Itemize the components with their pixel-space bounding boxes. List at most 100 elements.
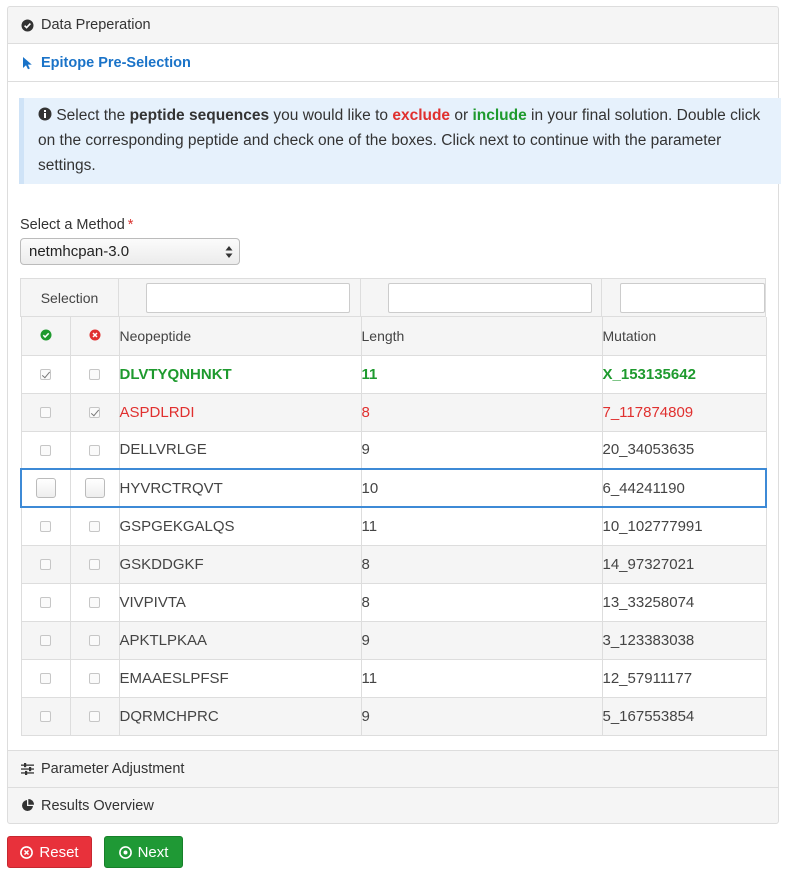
length-cell: 8 [360, 582, 603, 622]
include-checkbox[interactable] [40, 369, 51, 381]
exclude-checkbox[interactable] [89, 444, 100, 456]
exclude-cell [69, 620, 120, 660]
method-select[interactable]: netmhcpan-3.0 [20, 238, 240, 265]
panel-title: Data Preperation [41, 17, 151, 33]
filter-cell [118, 278, 361, 317]
include-checkbox[interactable] [40, 711, 51, 723]
include-checkbox[interactable] [40, 673, 51, 685]
peptide-cell: HYVRCTRQVT [118, 468, 362, 508]
filter-cell [360, 278, 602, 317]
length-cell: 11 [360, 658, 603, 698]
peptide-cell: DLVTYQNHNKT [118, 354, 362, 394]
include-cell [20, 658, 71, 698]
include-cell [20, 468, 71, 508]
reset-button[interactable]: Reset [7, 836, 92, 868]
length-cell: 11 [360, 506, 603, 546]
mutation-cell: 3_123383038 [601, 620, 767, 660]
include-checkbox[interactable] [40, 521, 51, 533]
select-arrows-icon [225, 244, 233, 260]
table-row[interactable]: APKTLPKAA 9 3_123383038 [20, 620, 767, 660]
pie-chart-icon [20, 799, 34, 813]
mutation-cell: X_153135642 [601, 354, 767, 394]
include-checkbox[interactable] [40, 444, 51, 456]
exclude-checkbox[interactable] [89, 521, 100, 533]
peptide-cell: GSKDDGKF [118, 544, 362, 584]
panel-title: Epitope Pre-Selection [41, 54, 191, 71]
include-header[interactable] [20, 317, 71, 356]
info-icon [38, 107, 56, 124]
table-row[interactable]: GSPGEKGALQS 11 10_102777991 [20, 506, 767, 546]
peptide-cell: DELLVRLGE [118, 430, 362, 470]
column-header-mutation[interactable]: Mutation [601, 317, 767, 356]
include-checkbox[interactable] [40, 559, 51, 571]
include-cell [20, 392, 71, 432]
exclude-checkbox[interactable] [89, 559, 100, 571]
peptide-cell: EMAAESLPFSF [118, 658, 362, 698]
table-row[interactable]: ASPDLRDI 8 7_117874809 [20, 392, 767, 432]
exclude-checkbox[interactable] [89, 673, 100, 685]
exclude-checkbox[interactable] [89, 711, 100, 723]
mutation-cell: 6_44241190 [601, 468, 767, 508]
exclude-cell [69, 468, 120, 508]
mutation-cell: 14_97327021 [601, 544, 767, 584]
exclude-checkbox[interactable] [89, 369, 100, 381]
header-row: Neopeptide Length Mutation [20, 317, 767, 356]
method-selected-value: netmhcpan-3.0 [29, 243, 130, 260]
length-cell: 10 [360, 468, 603, 508]
epitope-preselection-body: Select the peptide sequences you would l… [7, 81, 781, 750]
panel-results-overview[interactable]: Results Overview [7, 787, 779, 824]
include-checkbox[interactable] [40, 635, 51, 647]
include-checkbox[interactable] [35, 478, 56, 498]
arrow-circle-right-icon [118, 845, 132, 859]
length-cell: 9 [360, 620, 603, 660]
mutation-cell: 20_34053635 [601, 430, 767, 470]
table-row[interactable]: EMAAESLPFSF 11 12_57911177 [20, 658, 767, 698]
table-row-selected[interactable]: HYVRCTRQVT 10 6_44241190 [20, 468, 767, 508]
info-text: Select the [56, 107, 130, 124]
exclude-cell [69, 658, 120, 698]
mutation-cell: 7_117874809 [601, 392, 767, 432]
include-cell [20, 506, 71, 546]
table-row[interactable]: DQRMCHPRC 9 5_167553854 [20, 696, 767, 736]
exclude-cell [69, 354, 120, 394]
peptide-cell: GSPGEKGALQS [118, 506, 362, 546]
panel-title: Parameter Adjustment [41, 761, 185, 777]
info-text: you would like to [269, 107, 393, 124]
info-text: or [450, 107, 473, 124]
include-cell [20, 430, 71, 470]
include-checkbox[interactable] [40, 597, 51, 609]
info-box: Select the peptide sequences you would l… [19, 98, 781, 184]
panel-parameter-adjustment[interactable]: Parameter Adjustment [7, 750, 779, 787]
exclude-checkbox[interactable] [89, 407, 100, 419]
times-circle-icon [20, 845, 34, 859]
column-header-neopeptide[interactable]: Neopeptide [118, 317, 362, 356]
column-header-length[interactable]: Length [360, 317, 603, 356]
check-circle-icon [20, 18, 34, 32]
mutation-filter-input[interactable] [619, 282, 765, 313]
mutation-cell: 5_167553854 [601, 696, 767, 736]
panel-title: Results Overview [41, 797, 154, 814]
exclude-checkbox[interactable] [89, 597, 100, 609]
exclude-header[interactable] [69, 317, 120, 356]
exclude-cell [69, 582, 120, 622]
exclude-checkbox[interactable] [89, 635, 100, 647]
table-row[interactable]: DLVTYQNHNKT 11 X_153135642 [20, 354, 767, 394]
filter-cell [601, 278, 766, 317]
length-filter-input[interactable] [387, 282, 592, 313]
table-row[interactable]: GSKDDGKF 8 14_97327021 [20, 544, 767, 584]
length-cell: 9 [360, 696, 603, 736]
neopeptide-filter-input[interactable] [146, 282, 350, 313]
include-cell [20, 354, 71, 394]
panel-epitope-preselection[interactable]: Epitope Pre-Selection [7, 43, 779, 81]
exclude-checkbox[interactable] [84, 478, 105, 498]
table-row[interactable]: DELLVRLGE 9 20_34053635 [20, 430, 767, 470]
next-button[interactable]: Next [104, 836, 183, 868]
length-cell: 8 [360, 544, 603, 584]
include-checkbox[interactable] [40, 407, 51, 419]
panel-data-preparation[interactable]: Data Preperation [7, 6, 779, 43]
mutation-cell: 13_33258074 [601, 582, 767, 622]
info-include-word: include [472, 107, 527, 124]
exclude-cell [69, 430, 120, 470]
mutation-cell: 10_102777991 [601, 506, 767, 546]
table-row[interactable]: VIVPIVTA 8 13_33258074 [20, 582, 767, 622]
